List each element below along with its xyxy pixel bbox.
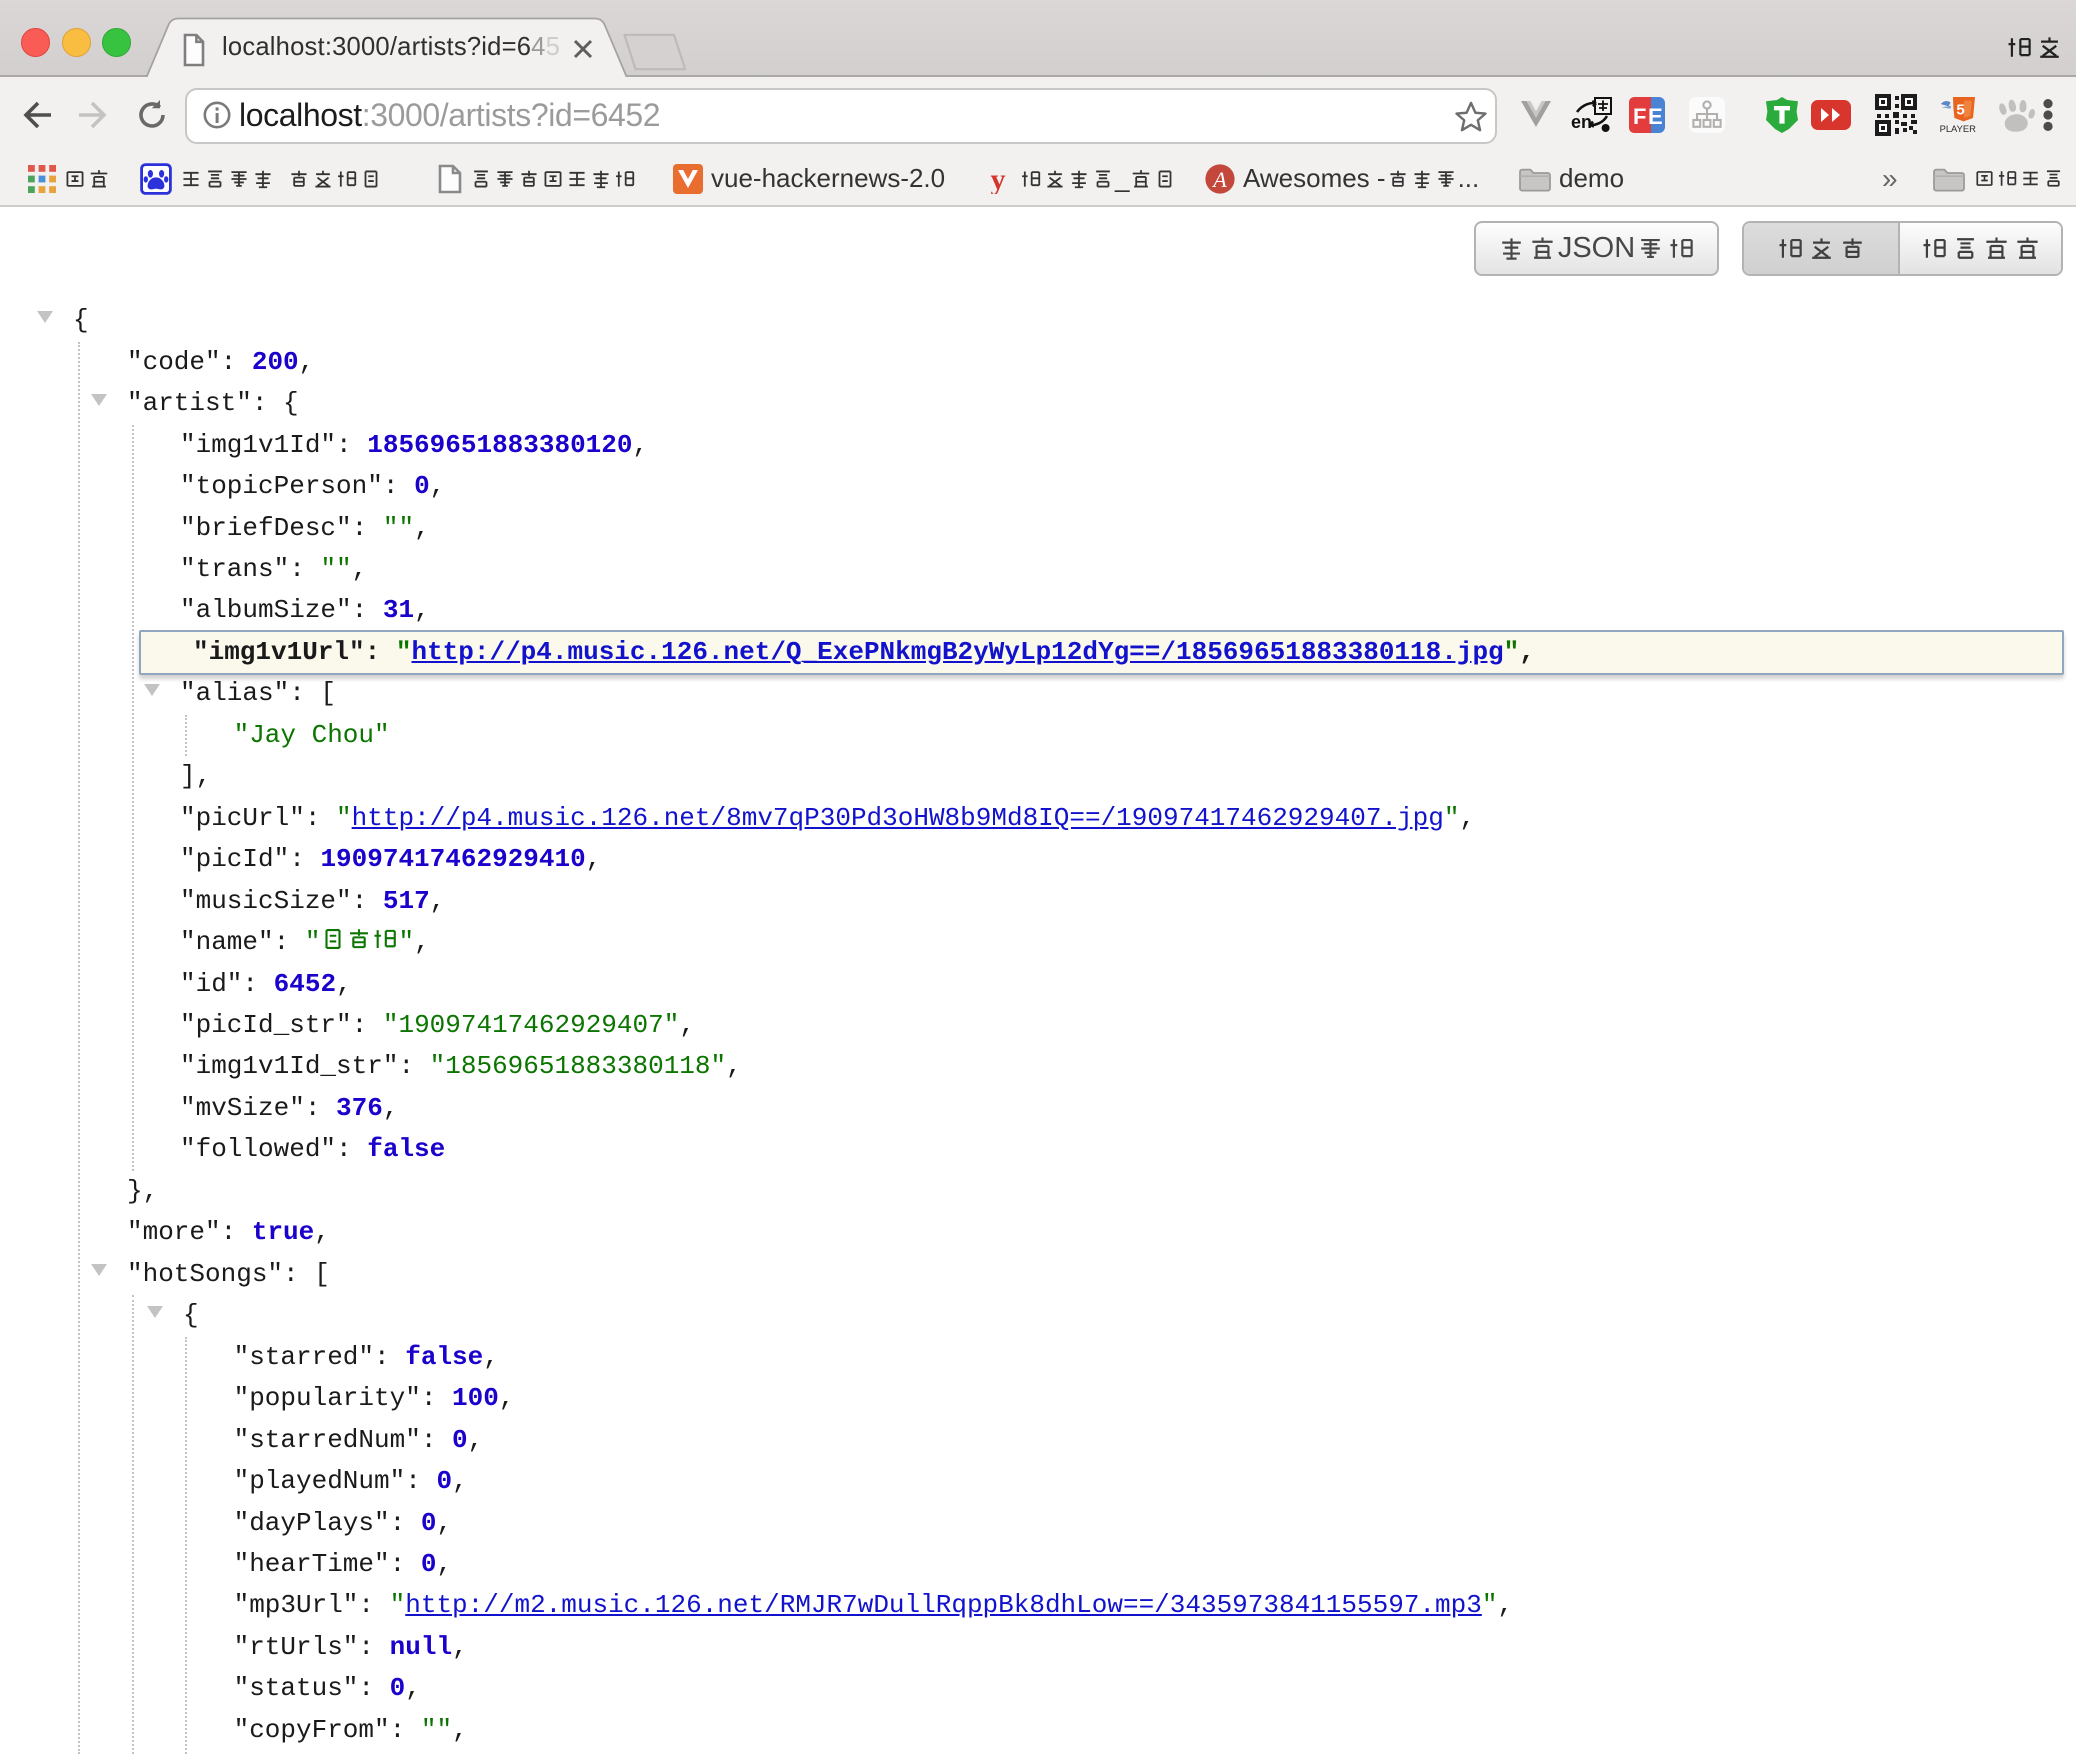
svg-text:A: A [1211, 167, 1227, 192]
svg-text:E: E [1648, 104, 1663, 129]
svg-text:F: F [1633, 104, 1646, 129]
svg-text:en: en [1571, 112, 1592, 132]
svg-text:PLAYER: PLAYER [1940, 123, 1977, 134]
svg-text:5: 5 [1956, 102, 1964, 119]
svg-text:y: y [991, 164, 1006, 194]
